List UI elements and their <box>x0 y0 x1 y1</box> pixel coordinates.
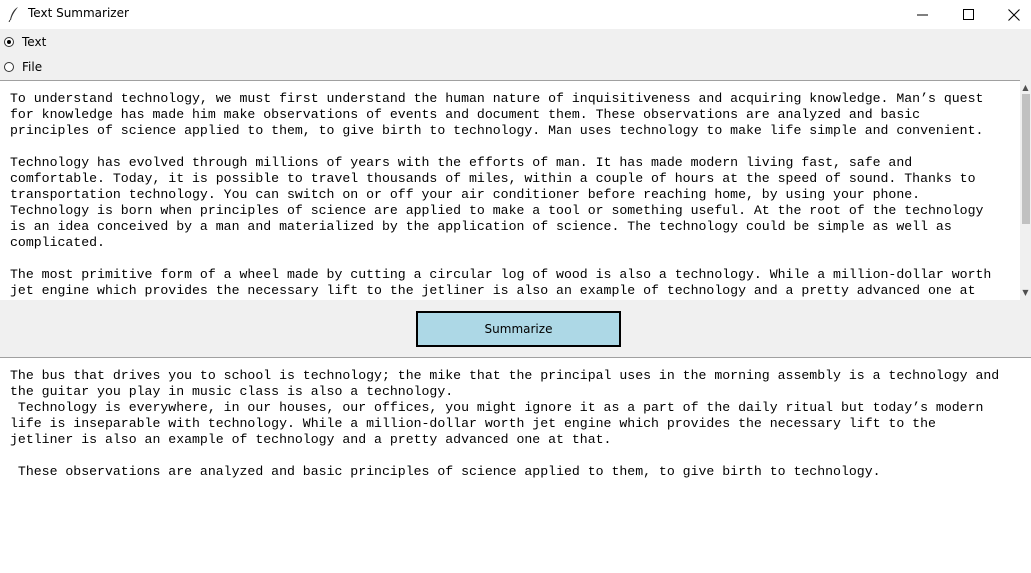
radio-label-file: File <box>22 60 43 74</box>
close-button[interactable] <box>991 0 1031 29</box>
scroll-thumb[interactable] <box>1022 94 1030 224</box>
feather-icon <box>8 6 20 23</box>
input-text-area[interactable]: To understand technology, we must first … <box>0 80 1020 300</box>
summary-output-area[interactable]: The bus that drives you to school is tec… <box>0 357 1031 573</box>
title-bar: Text Summarizer <box>0 0 1031 29</box>
scroll-up-icon[interactable]: ▲ <box>1020 82 1031 94</box>
maximize-icon <box>962 9 974 20</box>
window-title: Text Summarizer <box>28 6 129 20</box>
radio-button-file[interactable] <box>4 62 14 72</box>
close-icon <box>1008 8 1020 21</box>
radio-button-text[interactable] <box>4 37 14 47</box>
scroll-down-icon[interactable]: ▼ <box>1020 287 1031 299</box>
input-scrollbar[interactable]: ▲ ▼ <box>1020 80 1031 300</box>
minimize-button[interactable] <box>899 0 945 29</box>
minimize-icon <box>916 14 928 16</box>
radio-option-text[interactable]: Text <box>4 32 46 52</box>
radio-option-file[interactable]: File <box>4 57 42 77</box>
radio-label-text: Text <box>22 35 47 49</box>
summarize-button[interactable]: Summarize <box>416 311 621 347</box>
maximize-button[interactable] <box>945 0 991 29</box>
